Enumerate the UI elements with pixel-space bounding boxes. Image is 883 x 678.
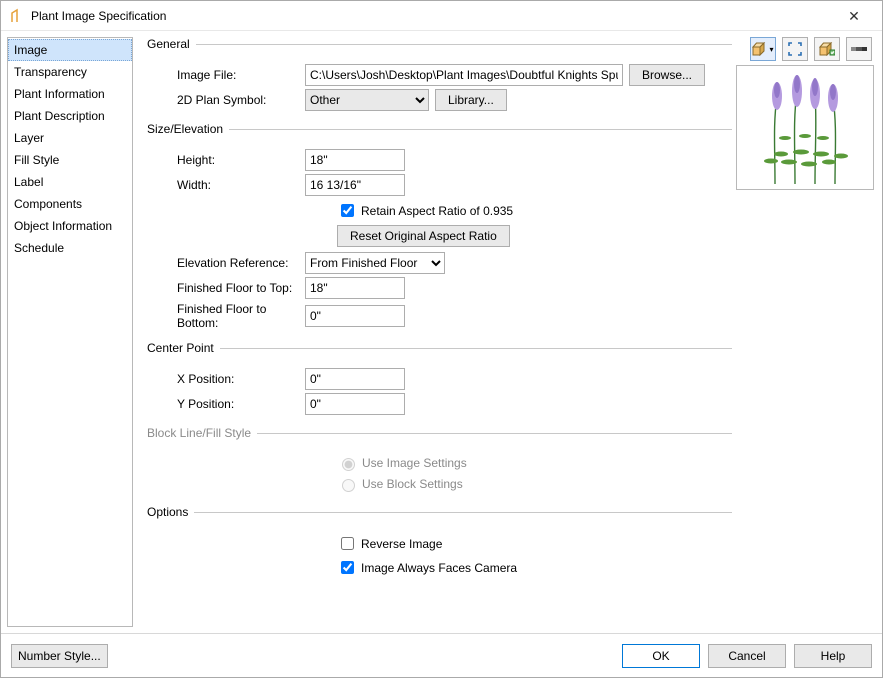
input-ff-top[interactable] xyxy=(305,277,405,299)
label-2d-plan-symbol: 2D Plan Symbol: xyxy=(145,93,305,107)
close-button[interactable]: ✕ xyxy=(834,1,874,31)
legend-size-elevation: Size/Elevation xyxy=(145,122,229,136)
sidebar-item-schedule[interactable]: Schedule xyxy=(8,237,132,259)
reset-aspect-button[interactable]: Reset Original Aspect Ratio xyxy=(337,225,510,247)
label-use-block-settings: Use Block Settings xyxy=(362,477,463,491)
preview-toolbar: ▾ xyxy=(736,37,874,65)
sidebar-item-plant-description[interactable]: Plant Description xyxy=(8,105,132,127)
label-ff-bottom: Finished Floor to Bottom: xyxy=(145,302,305,330)
label-x-position: X Position: xyxy=(145,372,305,386)
group-center-point: Center Point X Position: Y Position: xyxy=(145,341,732,418)
label-ff-top: Finished Floor to Top: xyxy=(145,281,305,295)
group-block-fill: Block Line/Fill Style Use Image Settings… xyxy=(145,426,732,497)
number-style-button[interactable]: Number Style... xyxy=(11,644,108,668)
app-icon xyxy=(9,8,25,24)
dialog-window: Plant Image Specification ✕ Image Transp… xyxy=(0,0,883,678)
label-image-file: Image File: xyxy=(145,68,305,82)
ok-button[interactable]: OK xyxy=(622,644,700,668)
expand-icon[interactable] xyxy=(782,37,808,61)
input-image-file[interactable] xyxy=(305,64,623,86)
label-y-position: Y Position: xyxy=(145,397,305,411)
input-y-position[interactable] xyxy=(305,393,405,415)
sidebar-item-layer[interactable]: Layer xyxy=(8,127,132,149)
browse-button[interactable]: Browse... xyxy=(629,64,705,86)
input-x-position[interactable] xyxy=(305,368,405,390)
view-3d-icon[interactable]: ▾ xyxy=(750,37,776,61)
legend-block-fill: Block Line/Fill Style xyxy=(145,426,257,440)
window-title: Plant Image Specification xyxy=(31,9,834,23)
sidebar-item-fill-style[interactable]: Fill Style xyxy=(8,149,132,171)
label-width: Width: xyxy=(145,178,305,192)
input-ff-bottom[interactable] xyxy=(305,305,405,327)
legend-options: Options xyxy=(145,505,194,519)
sidebar-item-plant-information[interactable]: Plant Information xyxy=(8,83,132,105)
content-area: Image Transparency Plant Information Pla… xyxy=(1,31,882,633)
input-width[interactable] xyxy=(305,174,405,196)
sidebar-item-label[interactable]: Label xyxy=(8,171,132,193)
checkbox-retain-aspect[interactable] xyxy=(341,204,354,217)
select-2d-plan-symbol[interactable]: Other xyxy=(305,89,429,111)
form-area: General Image File: Browse... 2D Plan Sy… xyxy=(139,37,732,590)
label-reverse-image: Reverse Image xyxy=(361,537,442,551)
label-height: Height: xyxy=(145,153,305,167)
label-use-image-settings: Use Image Settings xyxy=(362,456,467,470)
sidebar-item-components[interactable]: Components xyxy=(8,193,132,215)
footer: Number Style... OK Cancel Help xyxy=(1,633,882,677)
titlebar: Plant Image Specification ✕ xyxy=(1,1,882,31)
input-height[interactable] xyxy=(305,149,405,171)
sidebar-item-transparency[interactable]: Transparency xyxy=(8,61,132,83)
preview-plant-image xyxy=(755,66,855,189)
color-toggle-icon[interactable] xyxy=(846,37,872,61)
help-button[interactable]: Help xyxy=(794,644,872,668)
group-options: Options Reverse Image Image Always Faces… xyxy=(145,505,732,582)
label-elevation-reference: Elevation Reference: xyxy=(145,256,305,270)
preview-column: ▾ xyxy=(736,37,874,190)
radio-use-image-settings xyxy=(342,458,355,471)
preview-pane xyxy=(736,65,874,190)
main-panel: General Image File: Browse... 2D Plan Sy… xyxy=(139,37,876,627)
plan-view-icon[interactable] xyxy=(814,37,840,61)
sidebar: Image Transparency Plant Information Pla… xyxy=(7,37,133,627)
legend-general: General xyxy=(145,37,196,51)
label-retain-aspect: Retain Aspect Ratio of 0.935 xyxy=(361,204,513,218)
select-elevation-reference[interactable]: From Finished Floor xyxy=(305,252,445,274)
checkbox-reverse-image[interactable] xyxy=(341,537,354,550)
sidebar-item-object-information[interactable]: Object Information xyxy=(8,215,132,237)
label-faces-camera: Image Always Faces Camera xyxy=(361,561,517,575)
checkbox-faces-camera[interactable] xyxy=(341,561,354,574)
group-size-elevation: Size/Elevation Height: Width: Retain Asp… xyxy=(145,122,732,333)
legend-center-point: Center Point xyxy=(145,341,220,355)
sidebar-item-image[interactable]: Image xyxy=(8,39,132,61)
radio-use-block-settings xyxy=(342,479,355,492)
cancel-button[interactable]: Cancel xyxy=(708,644,786,668)
library-button[interactable]: Library... xyxy=(435,89,507,111)
group-general: General Image File: Browse... 2D Plan Sy… xyxy=(145,37,732,114)
